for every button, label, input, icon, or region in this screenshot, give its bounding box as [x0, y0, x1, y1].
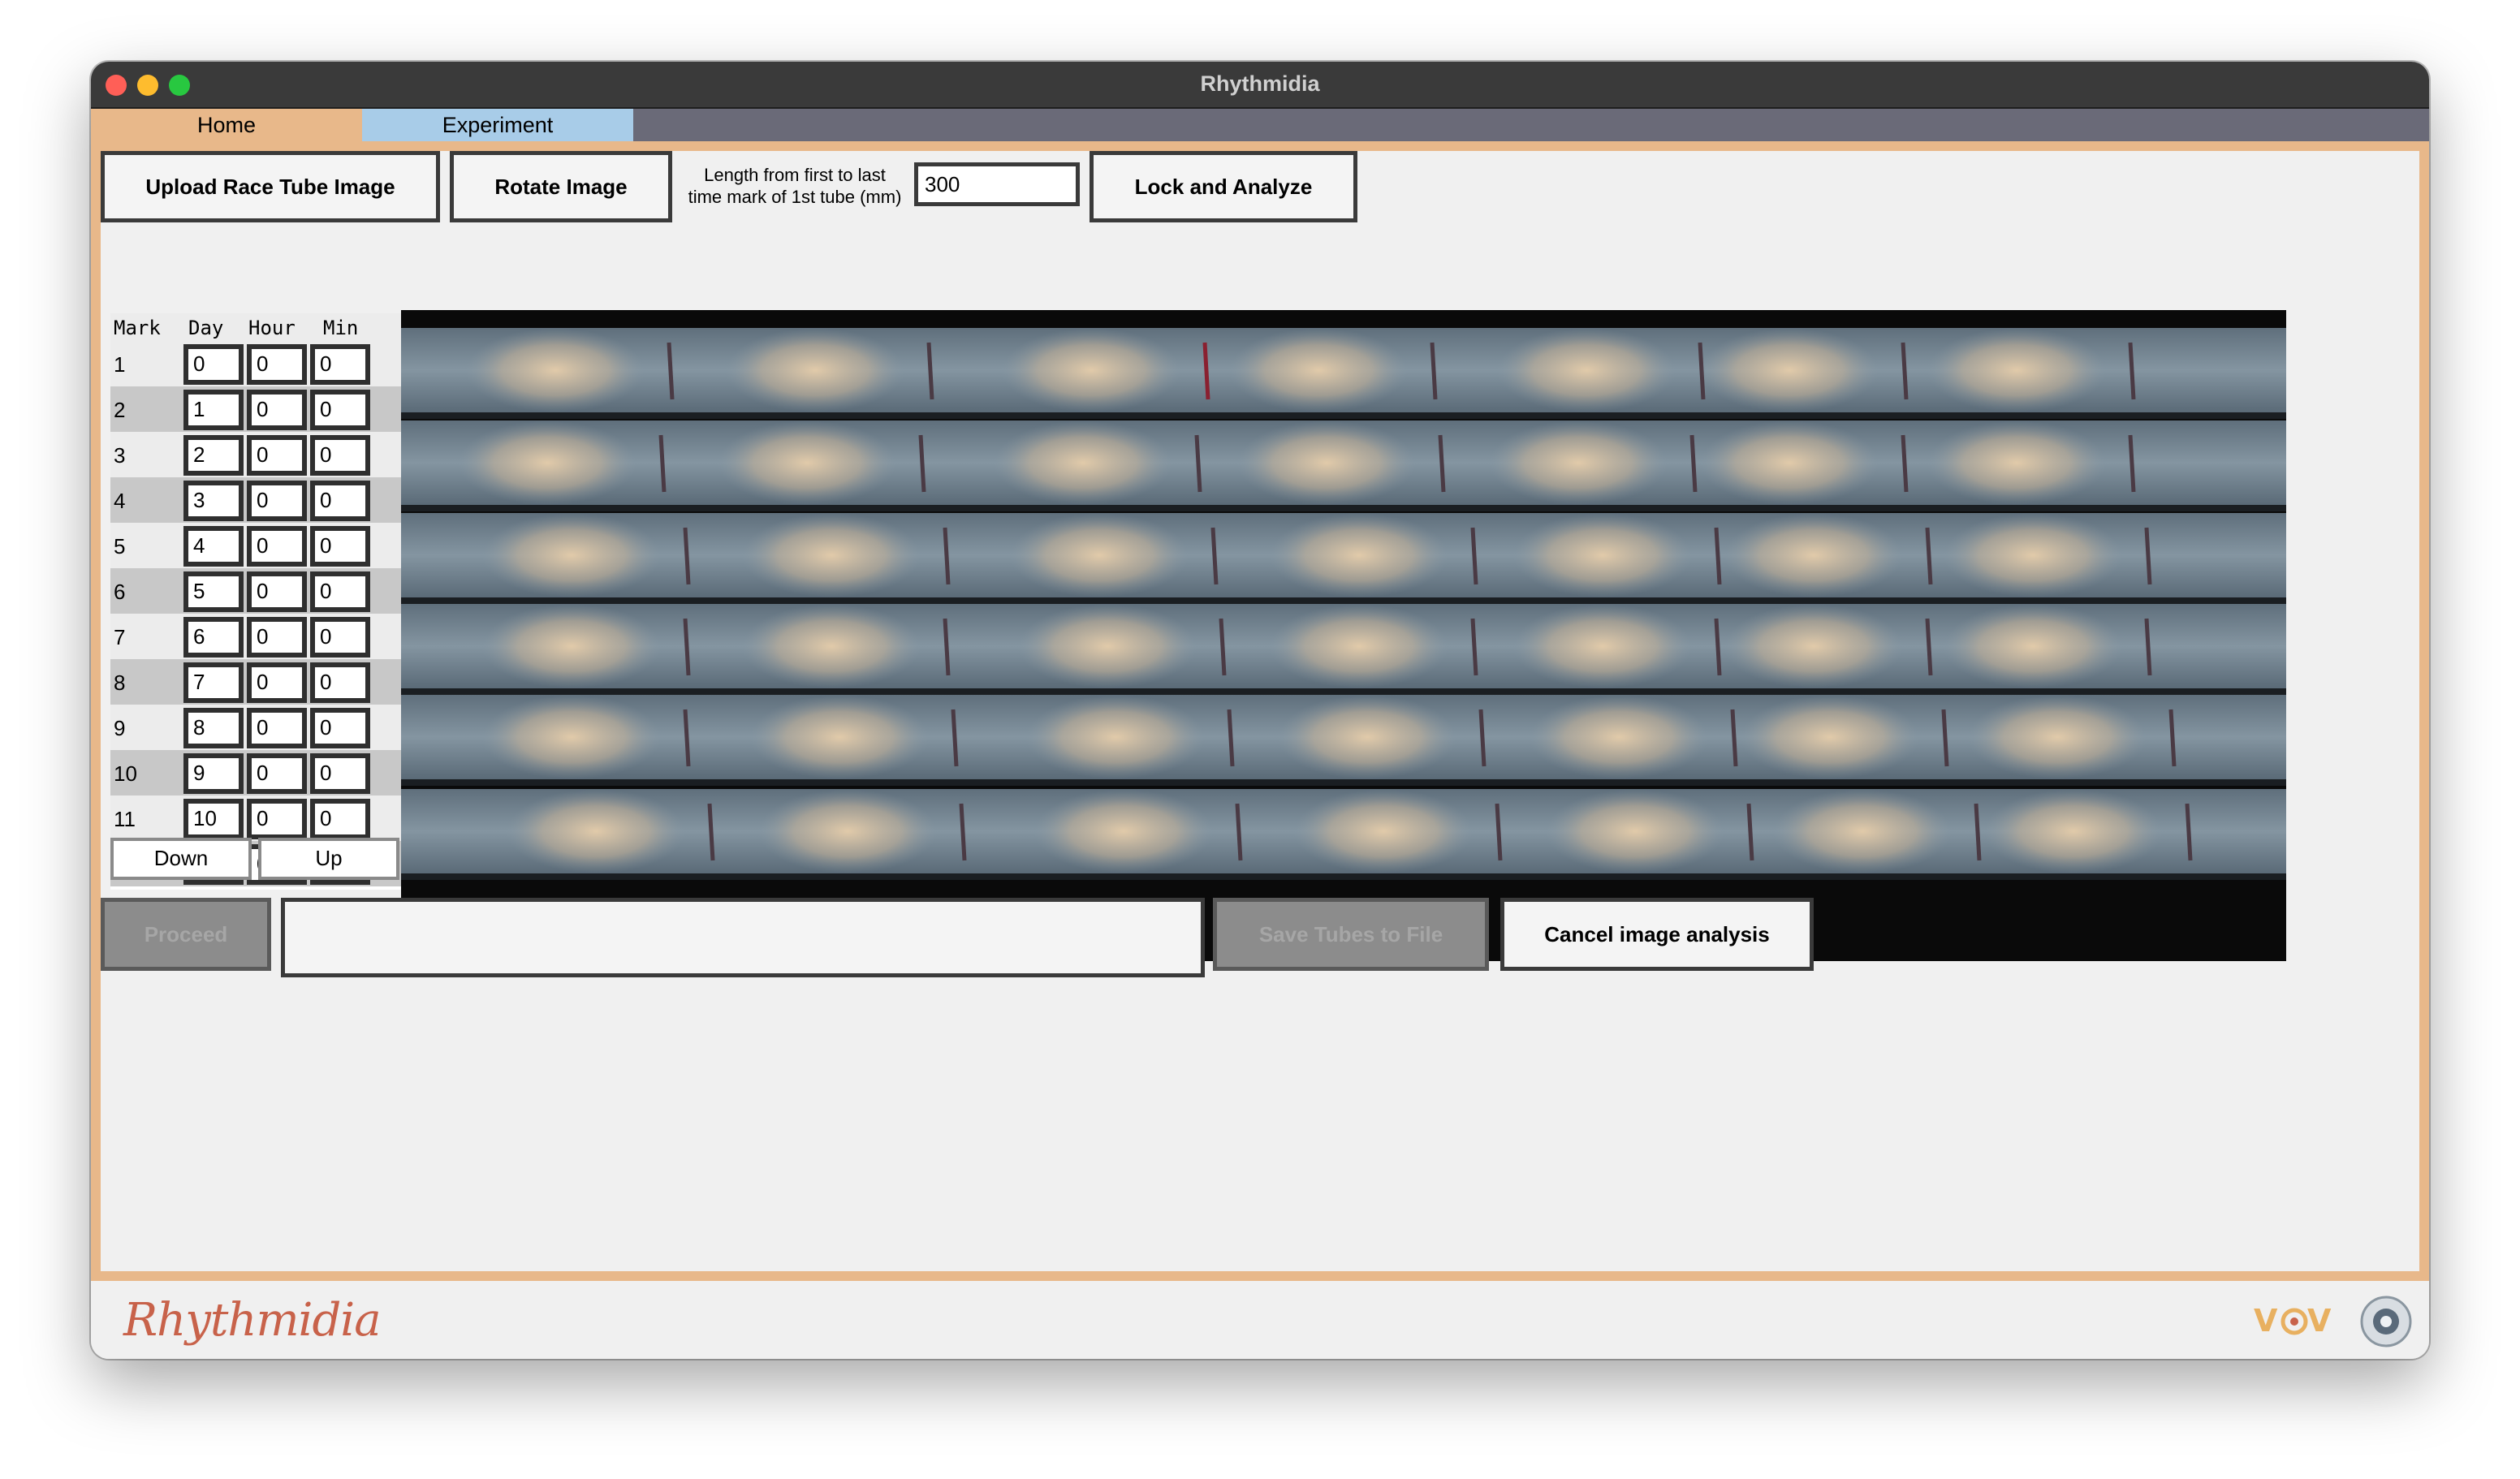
header-min: Min: [323, 317, 359, 339]
up-button[interactable]: Up: [258, 838, 399, 880]
day-input[interactable]: 2: [183, 435, 244, 476]
header-mark: Mark: [114, 317, 161, 339]
hour-input[interactable]: 0: [247, 435, 307, 476]
hour-input[interactable]: 0: [247, 481, 307, 521]
svg-text:V: V: [2307, 1303, 2332, 1339]
day-input[interactable]: 3: [183, 481, 244, 521]
min-input[interactable]: 0: [310, 344, 370, 385]
min-input[interactable]: 0: [310, 435, 370, 476]
mark-row: 10 9 0 0: [110, 750, 401, 796]
length-label-line2: time mark of 1st tube (mm): [688, 187, 902, 207]
min-input[interactable]: 0: [310, 799, 370, 839]
day-input[interactable]: 4: [183, 526, 244, 567]
race-tubes-picture: [401, 328, 2286, 880]
mark-number: 1: [114, 352, 126, 377]
header-day: Day: [188, 317, 224, 339]
header-hour: Hour: [248, 317, 296, 339]
min-input[interactable]: 0: [310, 708, 370, 748]
tab-experiment[interactable]: Experiment: [362, 109, 633, 141]
day-input[interactable]: 7: [183, 662, 244, 703]
app-window: Rhythmidia Home Experiment Upload Race T…: [91, 62, 2429, 1359]
microscope-logo-icon: [2360, 1296, 2412, 1347]
day-input[interactable]: 1: [183, 390, 244, 430]
tab-bar: Home Experiment: [91, 109, 2429, 141]
hour-input[interactable]: 0: [247, 753, 307, 794]
hour-input[interactable]: 0: [247, 344, 307, 385]
hour-input[interactable]: 0: [247, 617, 307, 658]
mark-number: 11: [114, 807, 136, 831]
status-field[interactable]: [281, 898, 1205, 977]
vov-logo-icon: V V: [2254, 1303, 2332, 1339]
length-label-line1: Length from first to last: [704, 165, 886, 185]
svg-text:V: V: [2254, 1303, 2278, 1339]
upload-race-tube-image-button[interactable]: Upload Race Tube Image: [101, 151, 440, 222]
min-input[interactable]: 0: [310, 526, 370, 567]
mark-number: 5: [114, 534, 126, 558]
mark-number: 4: [114, 489, 126, 513]
hour-input[interactable]: 0: [247, 390, 307, 430]
day-input[interactable]: 6: [183, 617, 244, 658]
rotate-image-button[interactable]: Rotate Image: [450, 151, 672, 222]
mark-row: 9800: [110, 705, 401, 750]
mark-number: 6: [114, 580, 126, 604]
mark-row: 2100: [110, 386, 401, 432]
mark-number: 7: [114, 625, 126, 649]
day-input[interactable]: 9: [183, 753, 244, 794]
day-input[interactable]: 5: [183, 571, 244, 612]
length-input[interactable]: [914, 162, 1080, 206]
time-marks-table: Mark Day Hour Min 1000210032004300540065…: [110, 313, 401, 890]
hour-input[interactable]: 0: [247, 526, 307, 567]
day-input[interactable]: 10: [183, 799, 244, 839]
window-title: Rhythmidia: [1200, 71, 1320, 96]
home-panel: Upload Race Tube Image Rotate Image Leng…: [91, 141, 2429, 1281]
min-input[interactable]: 0: [310, 390, 370, 430]
mark-number: 3: [114, 443, 126, 468]
save-tubes-to-file-button[interactable]: Save Tubes to File: [1213, 898, 1489, 971]
hour-input[interactable]: 0: [247, 662, 307, 703]
mark-number: 8: [114, 671, 126, 695]
min-input[interactable]: 0: [310, 481, 370, 521]
mark-number: 2: [114, 398, 126, 422]
min-input[interactable]: 0: [310, 662, 370, 703]
race-tube-image[interactable]: [401, 310, 2286, 961]
rhythmidia-logo: Rhythmidia: [123, 1294, 382, 1347]
day-input[interactable]: 8: [183, 708, 244, 748]
mark-row: 3200: [110, 432, 401, 477]
mark-row: 7600: [110, 614, 401, 659]
min-input[interactable]: 0: [310, 753, 370, 794]
length-label: Length from first to last time mark of 1…: [677, 164, 913, 208]
tab-home[interactable]: Home: [91, 109, 362, 141]
min-input[interactable]: 0: [310, 571, 370, 612]
proceed-button[interactable]: Proceed: [101, 898, 271, 971]
hour-input[interactable]: 0: [247, 708, 307, 748]
day-input[interactable]: 0: [183, 344, 244, 385]
mark-number: 10: [114, 761, 137, 786]
title-bar: Rhythmidia: [91, 62, 2429, 109]
hour-input[interactable]: 0: [247, 571, 307, 612]
lock-and-analyze-button[interactable]: Lock and Analyze: [1090, 151, 1357, 222]
min-input[interactable]: 0: [310, 617, 370, 658]
lab-logos: V V: [2254, 1296, 2412, 1347]
mark-row: 11 10 0 0: [110, 796, 401, 841]
mark-row: 8700: [110, 659, 401, 705]
mark-row: 1000: [110, 341, 401, 386]
hour-input[interactable]: 0: [247, 799, 307, 839]
mark-row: 6500: [110, 568, 401, 614]
cancel-image-analysis-button[interactable]: Cancel image analysis: [1500, 898, 1814, 971]
mark-row: 4300: [110, 477, 401, 523]
mark-row: 5400: [110, 523, 401, 568]
mark-number: 9: [114, 716, 126, 740]
footer: Rhythmidia V V: [91, 1281, 2429, 1359]
down-button[interactable]: Down: [110, 838, 252, 880]
marks-table-header: Mark Day Hour Min: [110, 313, 401, 341]
